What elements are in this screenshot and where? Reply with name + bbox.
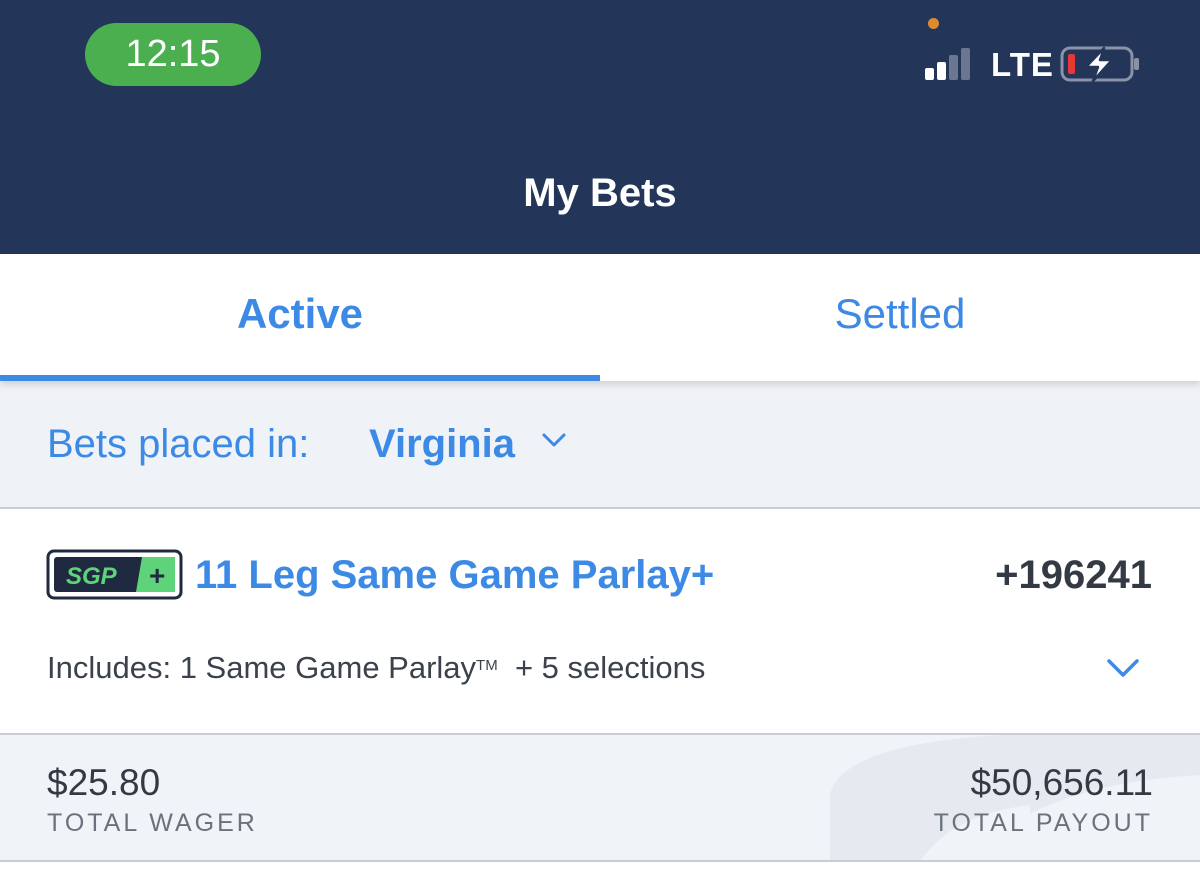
bet-odds: +196241 (995, 553, 1152, 597)
app-header: 12:15 LTE My Bets (0, 0, 1200, 254)
page-title: My Bets (523, 171, 677, 215)
bet-totals: $25.80 TOTAL WAGER $50,656.11 TOTAL PAYO… (0, 735, 1200, 862)
chevron-down-icon[interactable] (541, 432, 567, 448)
bet-card[interactable]: SGP + 11 Leg Same Game Parlay+ +196241 I… (0, 509, 1200, 735)
location-dropdown[interactable]: Virginia (369, 419, 515, 469)
includes-prefix: Includes: 1 Same Game Parlay (47, 650, 477, 685)
location-filter-bar: Bets placed in: Virginia (0, 381, 1200, 509)
tab-active[interactable]: Active (0, 254, 600, 381)
total-wager-amount: $25.80 (47, 762, 161, 803)
sgp-badge-text: SGP (66, 563, 118, 590)
total-payout-label: TOTAL PAYOUT (933, 809, 1153, 837)
bet-includes-summary: Includes: 1 Same Game ParlayTM + 5 selec… (47, 647, 705, 689)
filter-label: Bets placed in: (47, 422, 310, 466)
includes-suffix: + 5 selections (514, 650, 706, 685)
network-type: LTE (991, 46, 1054, 83)
battery-charging-icon (1060, 46, 1139, 83)
status-time: 12:15 (85, 23, 261, 86)
bet-tabs: Active Settled (0, 254, 1200, 381)
cellular-signal-icon (925, 48, 970, 80)
mic-indicator-icon (928, 18, 939, 29)
sgp-plus-badge-icon: SGP + (46, 549, 183, 600)
bet-title[interactable]: 11 Leg Same Game Parlay+ (195, 549, 714, 601)
sgp-badge-plus: + (149, 560, 165, 591)
trademark-mark: TM (476, 657, 498, 674)
total-wager-label: TOTAL WAGER (47, 809, 258, 837)
tab-settled[interactable]: Settled (600, 254, 1200, 381)
total-payout-amount: $50,656.11 (970, 762, 1153, 803)
active-tab-indicator (0, 375, 600, 381)
expand-chevron-icon[interactable] (1106, 657, 1140, 679)
